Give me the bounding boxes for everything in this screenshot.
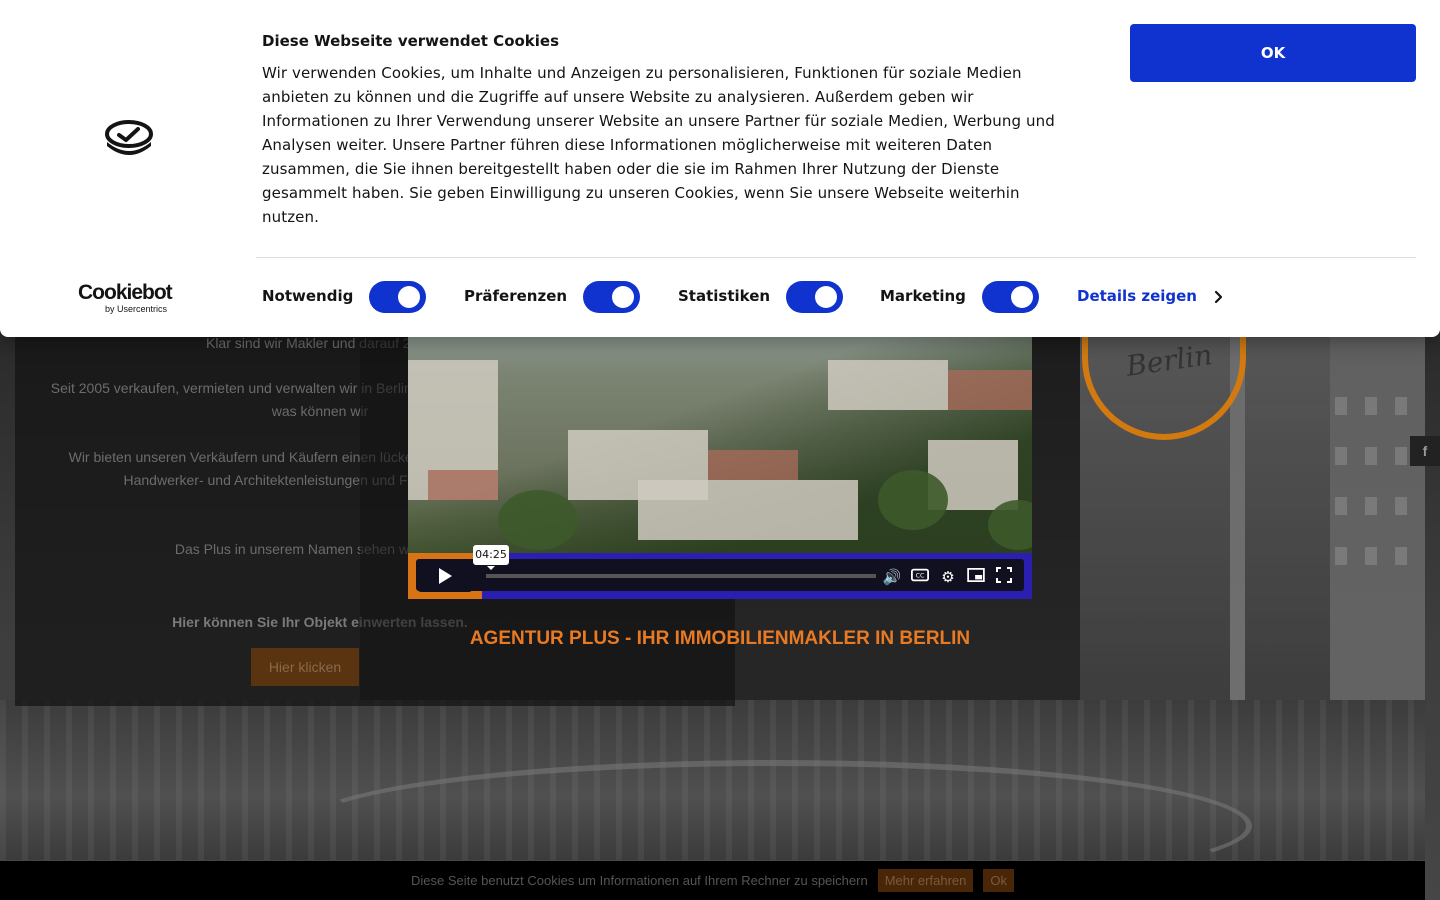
chevron-right-icon (1214, 290, 1223, 304)
details-show-link[interactable]: Details zeigen (1077, 287, 1197, 305)
settings-icon[interactable]: ⚙ (938, 567, 958, 587)
toggle-necessary[interactable] (369, 281, 426, 313)
toggle-knob (612, 286, 634, 308)
cookie-check-icon (105, 120, 153, 155)
toggle-label-preferences: Präferenzen (464, 287, 568, 305)
pip-icon[interactable] (966, 567, 986, 587)
bottom-cookie-bar: Diese Seite benutzt Cookies um Informati… (0, 861, 1425, 900)
video-progress-bar[interactable] (486, 574, 876, 578)
volume-icon[interactable]: 🔊 (882, 567, 902, 587)
video-time-tooltip: 04:25 (473, 545, 509, 570)
toggle-label-marketing: Marketing (880, 287, 966, 305)
valuation-cta-button[interactable]: Hier klicken (251, 648, 359, 686)
toggle-label-statistics: Statistiken (678, 287, 771, 305)
captions-icon[interactable]: CC (910, 567, 930, 587)
svg-text:CC: CC (916, 573, 925, 580)
toggle-knob (815, 286, 837, 308)
toggle-knob (398, 286, 420, 308)
bottom-cookie-text: Diese Seite benutzt Cookies um Informati… (411, 873, 868, 888)
toggle-marketing[interactable] (982, 281, 1039, 313)
cookie-ok-button[interactable]: OK (1130, 24, 1416, 82)
toggle-statistics[interactable] (786, 281, 843, 313)
play-icon (439, 568, 452, 584)
video-caption: AGENTUR PLUS - IHR IMMOBILIENMAKLER IN B… (469, 628, 971, 649)
toggle-preferences[interactable] (583, 281, 640, 313)
toggle-label-necessary: Notwendig (262, 287, 354, 305)
cookiebot-logo: Cookiebot by Usercentrics (78, 281, 188, 315)
cookie-banner-text: Wir verwenden Cookies, um Inhalte und An… (262, 64, 1055, 226)
play-button[interactable] (418, 560, 472, 592)
toggle-knob (1011, 286, 1033, 308)
fullscreen-icon[interactable] (994, 567, 1014, 587)
cookie-consent-banner: Diese Webseite verwendet Cookies Wir ver… (0, 0, 1440, 337)
more-info-button[interactable]: Mehr erfahren (877, 869, 974, 892)
cookiebot-brand-name: Cookiebot (78, 281, 173, 304)
cookie-banner-divider (256, 257, 1416, 258)
heart-logo-text: Berlin (1124, 338, 1215, 383)
cookiebot-brand-sub: by Usercentrics (105, 304, 168, 314)
facebook-icon[interactable]: f (1410, 436, 1440, 466)
bottom-ok-button[interactable]: Ok (983, 869, 1014, 892)
cookie-banner-title: Diese Webseite verwendet Cookies (262, 32, 560, 50)
